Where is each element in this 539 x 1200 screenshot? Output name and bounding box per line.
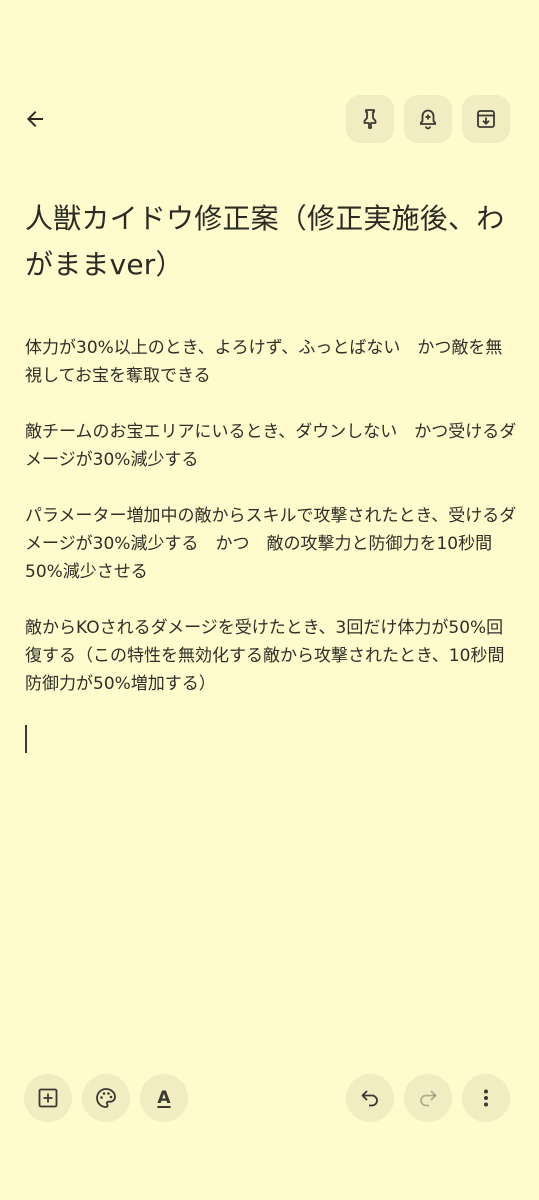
undo-button[interactable] xyxy=(346,1074,394,1122)
more-vert-icon xyxy=(484,1089,488,1107)
palette-icon xyxy=(96,1088,116,1108)
note-paragraph: 敵からKOされるダメージを受けたとき、3回だけ体力が50%回復する（この特性を無… xyxy=(25,618,505,694)
arrow-left-icon xyxy=(27,111,43,127)
add-button[interactable] xyxy=(24,1074,72,1122)
note-paragraph: 敵チームのお宝エリアにいるとき、ダウンしない かつ受けるダメージが30%減少する xyxy=(25,422,517,470)
background-color-button[interactable] xyxy=(82,1074,130,1122)
top-actions xyxy=(346,95,510,143)
bell-plus-icon xyxy=(419,109,437,130)
undo-icon xyxy=(361,1090,378,1107)
text-cursor xyxy=(25,725,27,753)
pin-button[interactable] xyxy=(346,95,394,143)
pin-icon xyxy=(363,109,377,129)
back-button[interactable] xyxy=(14,98,56,140)
redo-button[interactable] xyxy=(404,1074,452,1122)
bottom-toolbar-left: A xyxy=(24,1074,188,1122)
text-format-button[interactable]: A xyxy=(140,1074,188,1122)
note-body[interactable]: 体力が30%以上のとき、よろけず、ふっとばない かつ敵を無視してお宝を奪取できる… xyxy=(25,334,517,726)
add-box-icon xyxy=(38,1088,58,1108)
note-editor: 人獣カイドウ修正案（修正実施後、わがままver） 体力が30%以上のとき、よろけ… xyxy=(0,0,539,1200)
note-title[interactable]: 人獣カイドウ修正案（修正実施後、わがままver） xyxy=(25,196,515,288)
archive-icon xyxy=(477,110,495,128)
archive-button[interactable] xyxy=(462,95,510,143)
reminder-button[interactable] xyxy=(404,95,452,143)
text-format-icon: A xyxy=(157,1088,171,1108)
redo-icon xyxy=(420,1090,437,1107)
note-paragraph: 体力が30%以上のとき、よろけず、ふっとばない かつ敵を無視してお宝を奪取できる xyxy=(25,338,503,386)
bottom-toolbar-right xyxy=(346,1074,510,1122)
note-paragraph: パラメーター増加中の敵からスキルで攻撃されたとき、受けるダメージが30%減少する… xyxy=(25,506,517,582)
more-options-button[interactable] xyxy=(462,1074,510,1122)
